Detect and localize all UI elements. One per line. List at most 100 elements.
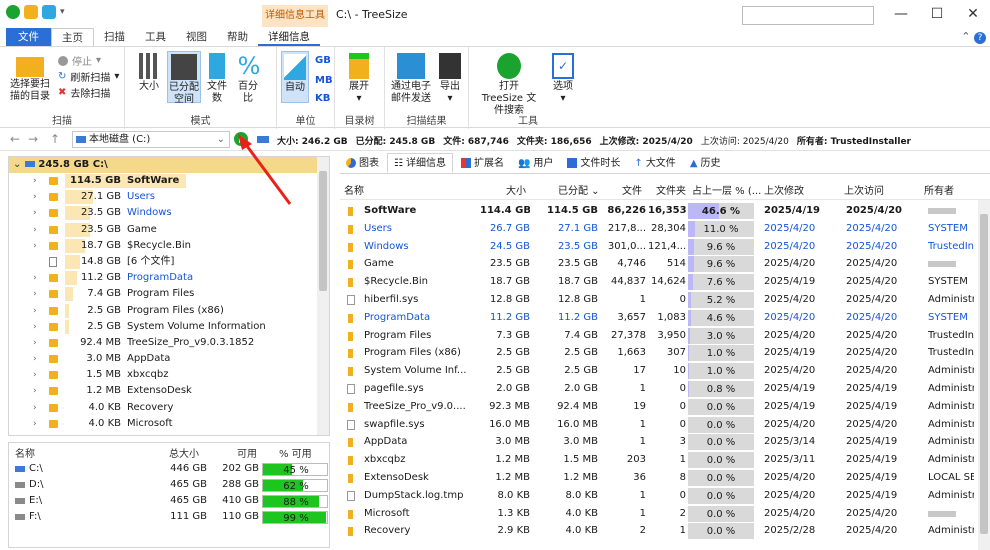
tree-scrollbar[interactable]	[317, 157, 329, 435]
details-grid[interactable]: 名称 大小 已分配 ⌄ 文件 文件夹 占上一层 % (... 上次修改 上次访问…	[340, 176, 990, 550]
expand-chevron-icon[interactable]: ›	[33, 351, 37, 367]
col-files[interactable]: 文件	[622, 182, 642, 197]
qat-dropdown-icon[interactable]: ▾	[60, 7, 65, 17]
expand-chevron-icon[interactable]: ›	[33, 335, 37, 351]
table-row[interactable]: ProgramData 11.2 GB 11.2 GB 3,657 1,083 2025/…	[340, 309, 990, 327]
table-row[interactable]: DumpStack.log.tmp 8.0 KB 8.0 KB 1 0 2025/4/20…	[340, 487, 990, 505]
tree-row[interactable]: › 2.5 GB System Volume Information	[9, 319, 329, 335]
folder-icon[interactable]	[24, 5, 38, 19]
table-row[interactable]: hiberfil.sys 12.8 GB 12.8 GB 1 0 2025/4/20 202…	[340, 291, 990, 309]
tree-row[interactable]: › 1.5 MB xbxcqbz	[9, 367, 329, 383]
tab-details[interactable]: 详细信息	[258, 28, 320, 46]
expand-chevron-icon[interactable]: ›	[33, 303, 37, 319]
tree-row[interactable]: › 92.4 MB TreeSize_Pro_v9.0.3.1852	[9, 335, 329, 351]
stop-button[interactable]: 停止 ▾	[58, 53, 101, 68]
directory-tree[interactable]: ⌄ 245.8 GB C:\ › 114.5 GB SoftWare › 27.1 GB…	[8, 156, 330, 436]
col-owner[interactable]: 所有者	[924, 182, 954, 197]
tree-row[interactable]: › 4.0 KB Microsoft	[9, 416, 329, 432]
col-pct[interactable]: 占上一层 % (...	[692, 182, 761, 197]
expand-chevron-icon[interactable]: ›	[33, 367, 37, 383]
mode-percent-button[interactable]: % 百分比	[235, 53, 261, 105]
unit-gb-button[interactable]: GB	[315, 55, 331, 67]
table-row[interactable]: Recovery 2.9 KB 4.0 KB 2 1 2025/2/28 2025/4/20…	[340, 522, 990, 540]
col-alloc[interactable]: 已分配 ⌄	[558, 182, 600, 197]
start-scan-button[interactable]	[234, 132, 248, 146]
tab-details-view[interactable]: ☷ 详细信息	[387, 153, 453, 173]
drive-row[interactable]: F:\ 111 GB 110 GB 99 %	[9, 509, 329, 525]
up-arrow-icon[interactable]: ↑	[50, 132, 60, 146]
expand-chevron-icon[interactable]: ›	[33, 173, 37, 189]
col-folders[interactable]: 文件夹	[656, 182, 686, 197]
tree-row[interactable]: › 27.1 GB Users	[9, 189, 329, 205]
unit-auto-button[interactable]: 自动	[281, 51, 309, 103]
table-row[interactable]: ExtensoDesk 1.2 MB 1.2 MB 36 8 2025/4/20 2025/…	[340, 469, 990, 487]
expand-chevron-icon[interactable]: ›	[33, 238, 37, 254]
maximize-button[interactable]: ☐	[922, 4, 952, 24]
unit-kb-button[interactable]: KB	[315, 93, 330, 105]
tree-row[interactable]: › 1.2 MB ExtensoDesk	[9, 383, 329, 399]
tree-row[interactable]: › 11.2 GB ProgramData	[9, 270, 329, 286]
drive-col-total[interactable]: 总大小	[169, 445, 199, 460]
grid-scrollbar[interactable]	[978, 200, 990, 550]
tab-scan[interactable]: 扫描	[94, 28, 135, 46]
tab-view[interactable]: 视图	[176, 28, 217, 46]
expand-button[interactable]: 展开 ▾	[345, 53, 373, 105]
col-accessed[interactable]: 上次访问	[844, 182, 884, 197]
expand-chevron-icon[interactable]: ›	[33, 383, 37, 399]
drive-row[interactable]: C:\ 446 GB 202 GB 45 %	[9, 461, 329, 477]
table-row[interactable]: swapfile.sys 16.0 MB 16.0 MB 1 0 2025/4/20 202…	[340, 416, 990, 434]
scan-icon[interactable]	[42, 5, 56, 19]
table-row[interactable]: Windows 24.5 GB 23.5 GB 301,0... 121,4... 202…	[340, 238, 990, 256]
tab-home[interactable]: 主页	[51, 28, 94, 46]
mode-files-button[interactable]: 文件数	[205, 53, 229, 105]
table-row[interactable]: TreeSize_Pro_v9.0.... 92.3 MB 92.4 MB 19 0 20…	[340, 398, 990, 416]
mode-allocated-button[interactable]: 已分配空间	[167, 51, 201, 105]
expand-chevron-icon[interactable]: ›	[33, 205, 37, 221]
open-search-button[interactable]: 打开 TreeSize 文件搜索	[477, 53, 541, 117]
tab-chart[interactable]: 图表	[340, 153, 385, 173]
tab-history[interactable]: ▲ 历史	[684, 153, 727, 173]
refresh-button[interactable]: ↻ 刷新扫描 ▾	[58, 69, 119, 84]
forward-arrow-icon[interactable]: →	[28, 132, 38, 146]
tab-help[interactable]: 帮助	[217, 28, 258, 46]
tree-root-row[interactable]: ⌄ 245.8 GB C:\	[9, 157, 329, 173]
grid-scroll-thumb[interactable]	[980, 214, 988, 534]
table-row[interactable]: Program Files (x86) 2.5 GB 2.5 GB 1,663 307 2…	[340, 344, 990, 362]
options-button[interactable]: ✓ 选项 ▾	[549, 53, 577, 105]
drive-row[interactable]: D:\ 465 GB 288 GB 62 %	[9, 477, 329, 493]
expand-chevron-icon[interactable]: ›	[33, 222, 37, 238]
tree-row[interactable]: › 3.0 MB AppData	[9, 351, 329, 367]
table-row[interactable]: $Recycle.Bin 18.7 GB 18.7 GB 44,837 14,624 20…	[340, 273, 990, 291]
tree-row[interactable]: › 23.5 GB Game	[9, 222, 329, 238]
unit-mb-button[interactable]: MB	[315, 75, 333, 87]
expand-chevron-icon[interactable]: ›	[33, 189, 37, 205]
email-button[interactable]: 通过电子邮件发送	[391, 53, 431, 105]
table-row[interactable]: SoftWare 114.4 GB 114.5 GB 86,226 16,353 2025…	[340, 202, 990, 220]
table-row[interactable]: pagefile.sys 2.0 GB 2.0 GB 1 0 2025/4/19 2025/…	[340, 380, 990, 398]
chevron-down-icon[interactable]: ⌄	[217, 132, 225, 147]
tab-users[interactable]: 👥 用户	[512, 153, 559, 173]
tab-extensions[interactable]: 扩展名	[455, 153, 510, 173]
table-row[interactable]: Game 23.5 GB 23.5 GB 4,746 514 2025/4/20 2025/…	[340, 255, 990, 273]
tab-tools[interactable]: 工具	[135, 28, 176, 46]
drive-col-name[interactable]: 名称	[15, 445, 35, 460]
table-row[interactable]: System Volume Inf... 2.5 GB 2.5 GB 17 10 2025…	[340, 362, 990, 380]
ribbon-collapse-icon[interactable]: ⌃ ?	[961, 30, 986, 44]
table-row[interactable]: Microsoft 1.3 KB 4.0 KB 1 2 2025/4/20 2025/4/2…	[340, 505, 990, 523]
tree-row[interactable]: › 114.5 GB SoftWare	[9, 173, 329, 189]
path-input[interactable]: 本地磁盘 (C:) ⌄	[72, 131, 230, 148]
expand-chevron-icon[interactable]: ›	[33, 416, 37, 432]
tree-row[interactable]: › 7.4 GB Program Files	[9, 286, 329, 302]
title-search-box[interactable]	[742, 6, 874, 25]
table-row[interactable]: Program Files 7.3 GB 7.4 GB 27,378 3,950 2025…	[340, 327, 990, 345]
table-row[interactable]: Users 26.7 GB 27.1 GB 217,8... 28,304 2025/4/…	[340, 220, 990, 238]
tree-row[interactable]: › 4.0 KB Recovery	[9, 400, 329, 416]
export-button[interactable]: 导出 ▾	[437, 53, 463, 105]
drive-col-free[interactable]: 可用	[237, 445, 257, 460]
tree-row[interactable]: › 18.7 GB $Recycle.Bin	[9, 238, 329, 254]
tree-scroll-thumb[interactable]	[319, 171, 327, 291]
tab-top-files[interactable]: ↑ 大文件	[628, 153, 681, 173]
table-row[interactable]: AppData 3.0 MB 3.0 MB 1 3 2025/3/14 2025/4/19 A…	[340, 433, 990, 451]
tree-row[interactable]: › 2.5 GB Program Files (x86)	[9, 303, 329, 319]
table-row[interactable]: xbxcqbz 1.2 MB 1.5 MB 203 1 2025/3/11 2025/4/1…	[340, 451, 990, 469]
